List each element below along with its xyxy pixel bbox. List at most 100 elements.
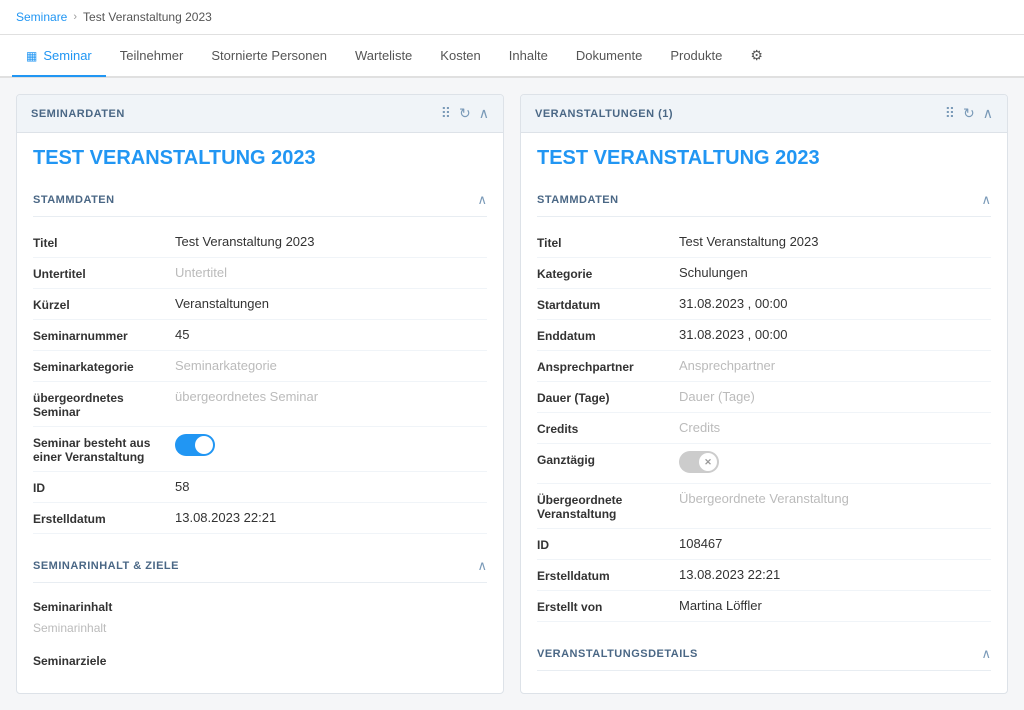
left-seminarinhalt-toggle[interactable]: ∧ (477, 558, 487, 574)
settings-gear-icon: ⚙ (750, 47, 763, 64)
field-label-untertitel: Untertitel (33, 265, 163, 281)
breadcrumb: Seminare › Test Veranstaltung 2023 (0, 0, 1024, 35)
toggle-besteht-aus[interactable] (175, 434, 215, 456)
left-grid-icon[interactable]: ⠿ (441, 105, 451, 122)
left-collapse-icon[interactable]: ∧ (479, 105, 489, 122)
right-field-row-credits: Credits Credits (537, 413, 991, 444)
right-field-label-startdatum: Startdatum (537, 296, 667, 312)
right-panel-header: VERANSTALTUNGEN (1) ⠿ ↻ ∧ (521, 95, 1007, 133)
right-field-row-id: ID 108467 (537, 529, 991, 560)
left-seminarinhalt-section: SEMINARINHALT & ZIELE ∧ Seminarinhalt Se… (33, 550, 487, 671)
breadcrumb-link[interactable]: Seminare (16, 10, 67, 24)
seminar-grid-icon: ▦ (26, 49, 37, 63)
field-value-seminarkategorie: Seminarkategorie (175, 358, 487, 373)
right-stammdaten-header: STAMMDATEN ∧ (537, 184, 991, 217)
tab-produkte-label: Produkte (670, 48, 722, 63)
breadcrumb-current: Test Veranstaltung 2023 (83, 10, 212, 24)
right-field-row-uebergeordnete: Übergeordnete Veranstaltung Übergeordnet… (537, 484, 991, 529)
tab-warteliste-label: Warteliste (355, 48, 412, 63)
seminarinhalt-textarea-placeholder[interactable]: Seminarinhalt (33, 617, 487, 639)
field-row-besteht-aus: Seminar besteht aus einer Veranstaltung (33, 427, 487, 472)
field-row-erstelldatum: Erstelldatum 13.08.2023 22:21 (33, 503, 487, 534)
field-label-id: ID (33, 479, 163, 495)
field-label-kuerzel: Kürzel (33, 296, 163, 312)
right-field-label-kategorie: Kategorie (537, 265, 667, 281)
main-content: SEMINARDATEN ⠿ ↻ ∧ TEST VERANSTALTUNG 20… (0, 78, 1024, 710)
field-value-id: 58 (175, 479, 487, 494)
field-row-untertitel: Untertitel Untertitel (33, 258, 487, 289)
field-value-erstelldatum: 13.08.2023 22:21 (175, 510, 487, 525)
right-field-label-ganztaegig: Ganztägig (537, 451, 667, 467)
tab-seminar-label: Seminar (43, 48, 91, 63)
right-field-row-erstellt-von: Erstellt von Martina Löffler (537, 591, 991, 622)
tab-warteliste[interactable]: Warteliste (341, 36, 426, 77)
field-value-untertitel: Untertitel (175, 265, 487, 280)
seminarziele-sublabel: Seminarziele (33, 647, 487, 671)
right-field-value-kategorie: Schulungen (679, 265, 991, 280)
toggle-x-mark: ✕ (704, 457, 712, 468)
right-field-value-ganztaegig: ✕ (679, 451, 991, 476)
right-field-label-erstellt-von: Erstellt von (537, 598, 667, 614)
right-field-label-uebergeordnete: Übergeordnete Veranstaltung (537, 491, 667, 521)
left-stammdaten-section: STAMMDATEN ∧ Titel Test Veranstaltung 20… (33, 184, 487, 534)
field-value-titel: Test Veranstaltung 2023 (175, 234, 487, 249)
tab-kosten-label: Kosten (440, 48, 480, 63)
left-stammdaten-toggle[interactable]: ∧ (477, 192, 487, 208)
field-row-kuerzel: Kürzel Veranstaltungen (33, 289, 487, 320)
right-field-value-startdatum: 31.08.2023 , 00:00 (679, 296, 991, 311)
right-field-label-id: ID (537, 536, 667, 552)
tab-seminar[interactable]: ▦ Seminar (12, 36, 106, 77)
right-grid-icon[interactable]: ⠿ (945, 105, 955, 122)
right-field-row-erstelldatum: Erstelldatum 13.08.2023 22:21 (537, 560, 991, 591)
tab-teilnehmer-label: Teilnehmer (120, 48, 184, 63)
field-label-uebergeordnet: übergeordnetes Seminar (33, 389, 163, 419)
right-stammdaten-toggle[interactable]: ∧ (981, 192, 991, 208)
field-label-erstelldatum: Erstelldatum (33, 510, 163, 526)
right-veranstaltungsdetails-toggle[interactable]: ∧ (981, 646, 991, 662)
right-field-label-ansprechpartner: Ansprechpartner (537, 358, 667, 374)
right-stammdaten-section: STAMMDATEN ∧ Titel Test Veranstaltung 20… (537, 184, 991, 622)
right-field-value-erstellt-von: Martina Löffler (679, 598, 991, 613)
toggle-ganztaegig[interactable]: ✕ (679, 451, 719, 473)
left-stammdaten-label: STAMMDATEN (33, 194, 115, 206)
right-field-value-credits: Credits (679, 420, 991, 435)
right-field-row-kategorie: Kategorie Schulungen (537, 258, 991, 289)
right-panel-actions: ⠿ ↻ ∧ (945, 105, 993, 122)
field-label-seminarnummer: Seminarnummer (33, 327, 163, 343)
tab-produkte[interactable]: Produkte (656, 36, 736, 77)
tabs-bar: ▦ Seminar Teilnehmer Stornierte Personen… (0, 35, 1024, 78)
field-label-titel: Titel (33, 234, 163, 250)
right-field-value-uebergeordnete: Übergeordnete Veranstaltung (679, 491, 991, 506)
right-panel-body: TEST VERANSTALTUNG 2023 STAMMDATEN ∧ Tit… (521, 133, 1007, 693)
left-panel-body: TEST VERANSTALTUNG 2023 STAMMDATEN ∧ Tit… (17, 133, 503, 693)
left-panel-title: SEMINARDATEN (31, 108, 125, 120)
tab-settings[interactable]: ⚙ (736, 35, 777, 78)
right-field-row-titel: Titel Test Veranstaltung 2023 (537, 227, 991, 258)
right-main-title: TEST VERANSTALTUNG 2023 (537, 147, 991, 170)
tab-kosten[interactable]: Kosten (426, 36, 494, 77)
field-value-uebergeordnet: übergeordnetes Seminar (175, 389, 487, 404)
tab-dokumente-label: Dokumente (576, 48, 642, 63)
right-field-label-credits: Credits (537, 420, 667, 436)
left-main-title: TEST VERANSTALTUNG 2023 (33, 147, 487, 170)
right-field-row-ansprechpartner: Ansprechpartner Ansprechpartner (537, 351, 991, 382)
left-panel-actions: ⠿ ↻ ∧ (441, 105, 489, 122)
right-refresh-icon[interactable]: ↻ (963, 105, 975, 122)
tab-teilnehmer[interactable]: Teilnehmer (106, 36, 198, 77)
right-field-label-erstelldatum: Erstelldatum (537, 567, 667, 583)
right-field-row-dauer: Dauer (Tage) Dauer (Tage) (537, 382, 991, 413)
right-veranstaltungsdetails-label: VERANSTALTUNGSDETAILS (537, 648, 698, 660)
tab-stornierte[interactable]: Stornierte Personen (197, 36, 341, 77)
left-panel: SEMINARDATEN ⠿ ↻ ∧ TEST VERANSTALTUNG 20… (16, 94, 504, 694)
tab-dokumente[interactable]: Dokumente (562, 36, 656, 77)
field-row-titel: Titel Test Veranstaltung 2023 (33, 227, 487, 258)
right-panel: VERANSTALTUNGEN (1) ⠿ ↻ ∧ TEST VERANSTAL… (520, 94, 1008, 694)
field-row-seminarkategorie: Seminarkategorie Seminarkategorie (33, 351, 487, 382)
tab-inhalte[interactable]: Inhalte (495, 36, 562, 77)
right-field-value-ansprechpartner: Ansprechpartner (679, 358, 991, 373)
right-panel-title: VERANSTALTUNGEN (1) (535, 108, 673, 120)
right-field-label-titel: Titel (537, 234, 667, 250)
left-refresh-icon[interactable]: ↻ (459, 105, 471, 122)
right-field-label-dauer: Dauer (Tage) (537, 389, 667, 405)
right-collapse-icon[interactable]: ∧ (983, 105, 993, 122)
